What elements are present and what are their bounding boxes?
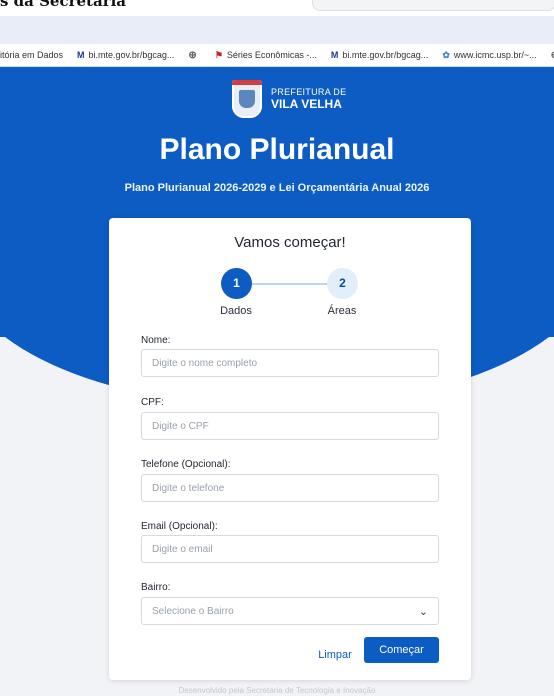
footer-text: Desenvolvido pela Secretaria de Tecnolog… xyxy=(178,686,376,695)
top-strip: s da Secretaria xyxy=(0,0,554,16)
email-input[interactable] xyxy=(141,535,439,563)
clipped-page-title: s da Secretaria xyxy=(0,0,127,10)
telefone-label: Telefone (Opcional): xyxy=(141,459,231,470)
chevron-down-icon: ⌄ xyxy=(418,605,428,618)
logo-line-1: PREFEITURA DE xyxy=(271,87,347,97)
page-title: Plano Plurianual xyxy=(159,133,395,166)
logo-text: PREFEITURA DE VILA VELHA xyxy=(271,87,347,111)
bookmark-label: www.icmc.usp.br/~... xyxy=(453,50,537,60)
telefone-input[interactable] xyxy=(141,474,439,502)
bookmark-item[interactable]: ⊕ xyxy=(188,50,200,61)
step-2-indicator: 2 xyxy=(327,268,358,299)
nome-label: Nome: xyxy=(141,335,171,346)
stepper: 1 2 Dados Áreas xyxy=(109,268,471,320)
city-crest-icon xyxy=(232,80,262,118)
address-bar[interactable] xyxy=(312,0,554,11)
email-label: Email (Opcional): xyxy=(141,521,218,532)
page-subtitle: Plano Plurianual 2026-2029 e Lei Orçamen… xyxy=(124,182,430,194)
bookmark-item[interactable]: ⊕ Co xyxy=(551,50,554,61)
bookmark-item[interactable]: ⚑ Séries Econômicas -... xyxy=(215,50,317,61)
browser-tab-bar xyxy=(0,16,554,44)
bookmark-item[interactable]: M bi.mte.gov.br/bgcag... xyxy=(77,50,174,60)
globe-icon: ⊕ xyxy=(188,49,197,61)
site-content: PREFEITURA DE VILA VELHA Plano Plurianua… xyxy=(0,67,554,696)
card-title: Vamos começar! xyxy=(234,234,346,251)
flag-icon: ⚑ xyxy=(214,49,223,60)
start-button[interactable]: Começar xyxy=(364,637,439,663)
logo-line-2: VILA VELHA xyxy=(271,97,342,111)
page: s da Secretaria itória em Dados M bi.mte… xyxy=(0,0,554,696)
step-1-label: Dados xyxy=(220,305,252,317)
bookmark-item[interactable]: itória em Dados xyxy=(0,50,63,60)
mte-icon: M xyxy=(330,50,339,60)
clear-button[interactable]: Limpar xyxy=(315,649,355,661)
step-2-label: Áreas xyxy=(327,305,357,317)
cpf-label: CPF: xyxy=(141,397,164,408)
city-logo: PREFEITURA DE VILA VELHA xyxy=(232,80,346,118)
bookmarks-bar: itória em Dados M bi.mte.gov.br/bgcag...… xyxy=(0,44,554,67)
cpf-input[interactable] xyxy=(141,412,439,440)
bairro-label: Bairro: xyxy=(141,582,171,593)
globe-icon: ⊕ xyxy=(551,50,554,61)
registration-card: Vamos começar! 1 2 Dados Áreas Nome: CPF… xyxy=(109,218,471,680)
bairro-select-value: Selecione o Bairro xyxy=(152,605,234,617)
mte-icon: M xyxy=(77,50,85,60)
step-1-indicator: 1 xyxy=(221,268,252,299)
bookmark-item[interactable]: M bi.mte.gov.br/bgcag... xyxy=(331,50,428,60)
bookmark-label: Séries Econômicas -... xyxy=(226,50,317,60)
bookmark-label: bi.mte.gov.br/bgcag... xyxy=(88,50,175,60)
bookmark-label: bi.mte.gov.br/bgcag... xyxy=(342,50,429,60)
bookmark-item[interactable]: ✿ www.icmc.usp.br/~... xyxy=(442,50,536,61)
bookmark-label: itória em Dados xyxy=(0,50,64,60)
usp-icon: ✿ xyxy=(442,49,450,60)
nome-input[interactable] xyxy=(141,349,439,377)
bairro-select[interactable]: Selecione o Bairro ⌄ xyxy=(141,597,439,625)
